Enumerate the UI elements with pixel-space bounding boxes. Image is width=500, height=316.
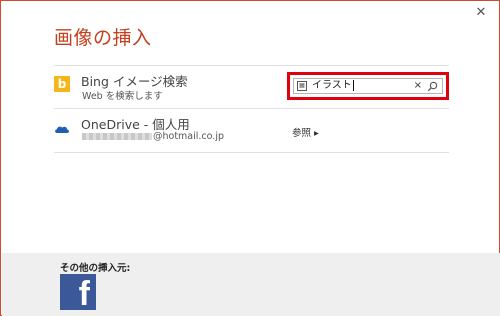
other-sources-label: その他の挿入元:: [60, 263, 131, 274]
bing-logo-icon: b: [54, 76, 70, 92]
redacted-email-user: [82, 133, 152, 140]
clear-icon[interactable]: ×: [414, 79, 422, 93]
close-button[interactable]: ✕: [473, 5, 489, 21]
browse-link[interactable]: 参照 ▸: [292, 125, 319, 139]
text-caret: [352, 79, 354, 91]
facebook-icon[interactable]: f: [60, 274, 96, 313]
image-icon: ▦: [297, 81, 307, 91]
other-sources-footer: その他の挿入元: f: [2, 253, 500, 316]
onedrive-account-email: @hotmail.co.jp: [82, 131, 224, 142]
bing-search-highlight: ▦ イラスト ×: [287, 72, 449, 100]
bing-search-input[interactable]: ▦ イラスト ×: [293, 78, 443, 94]
insert-pictures-dialog: ✕ 画像の挿入 b Bing イメージ検索 Web を検索します ▦ イラスト …: [0, 0, 500, 316]
onedrive-cloud-icon: [55, 126, 69, 133]
bing-image-search-row: b Bing イメージ検索 Web を検索します ▦ イラスト ×: [54, 65, 449, 109]
onedrive-row: OneDrive - 個人用 @hotmail.co.jp 参照 ▸: [54, 108, 449, 153]
search-input-value[interactable]: イラスト: [312, 79, 354, 93]
dialog-title: 画像の挿入: [54, 27, 152, 49]
bing-source-description: Web を検索します: [82, 91, 163, 102]
search-icon[interactable]: [427, 81, 438, 92]
